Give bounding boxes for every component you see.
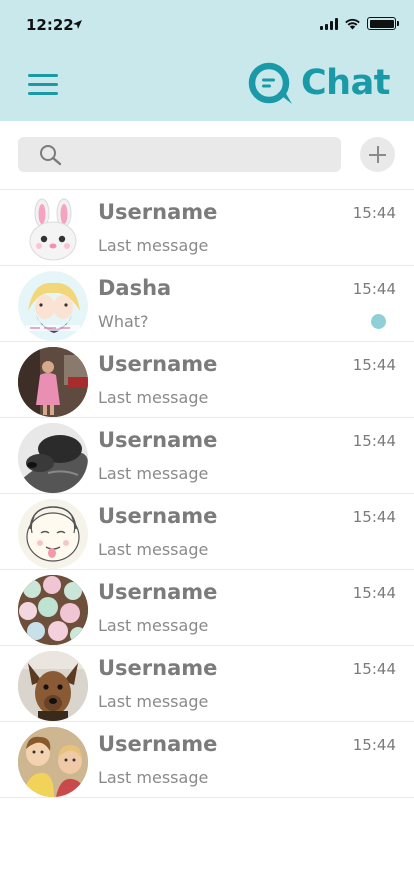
bunny-emoji-avatar — [18, 195, 88, 265]
chat-name: Username — [98, 200, 218, 224]
chat-last-message: Last message — [98, 464, 209, 483]
chat-last-message: Last message — [98, 616, 209, 635]
cupcakes-avatar — [18, 575, 88, 645]
chat-name: Username — [98, 656, 218, 680]
chat-time: 15:44 — [352, 204, 396, 222]
chat-last-message: Last message — [98, 768, 209, 787]
search-icon — [40, 145, 62, 166]
brown-dog-avatar — [18, 651, 88, 721]
hamburger-menu-button[interactable] — [28, 74, 58, 96]
kids-photo-avatar — [18, 727, 88, 797]
chat-row[interactable]: Username Last message 15:44 — [0, 570, 414, 646]
chat-last-message: Last message — [98, 692, 209, 711]
chat-row[interactable]: Username Last message 15:44 — [0, 494, 414, 570]
chat-row[interactable]: Username Last message 15:44 — [0, 418, 414, 494]
chat-name: Username — [98, 732, 218, 756]
app-header: 12:22 Chat — [0, 0, 414, 121]
location-arrow-icon — [73, 20, 82, 29]
chat-time: 15:44 — [352, 736, 396, 754]
cellular-signal-icon — [320, 17, 338, 30]
search-input[interactable] — [78, 137, 328, 172]
chat-last-message: What? — [98, 312, 149, 331]
chat-time: 15:44 — [352, 356, 396, 374]
chat-name: Dasha — [98, 276, 172, 300]
chat-row[interactable]: Username Last message 15:44 — [0, 722, 414, 798]
sleeping-dog-avatar — [18, 423, 88, 493]
wifi-icon — [345, 18, 360, 29]
app-logo: Chat — [246, 60, 390, 106]
woman-pink-dress-avatar — [18, 347, 88, 417]
chat-list: Username Last message 15:44 Dasha What? … — [0, 190, 414, 798]
chat-name: Username — [98, 428, 218, 452]
chat-name: Username — [98, 580, 218, 604]
chat-time: 15:44 — [352, 508, 396, 526]
cartoon-face-avatar — [18, 499, 88, 569]
chat-row[interactable]: Username Last message 15:44 — [0, 646, 414, 722]
status-time: 12:22 — [26, 16, 74, 34]
logo-text: Chat — [301, 63, 390, 103]
chat-time: 15:44 — [352, 432, 396, 450]
chat-name: Username — [98, 504, 218, 528]
chat-last-message: Last message — [98, 388, 209, 407]
chat-time: 15:44 — [352, 660, 396, 678]
unread-indicator — [371, 314, 386, 329]
chat-last-message: Last message — [98, 236, 209, 255]
anime-couple-avatar — [18, 271, 88, 341]
chat-row[interactable]: Dasha What? 15:44 — [0, 266, 414, 342]
chat-row[interactable]: Username Last message 15:44 — [0, 190, 414, 266]
add-chat-button[interactable] — [360, 137, 395, 172]
chat-name: Username — [98, 352, 218, 376]
chat-time: 15:44 — [352, 584, 396, 602]
chat-row[interactable]: Username Last message 15:44 — [0, 342, 414, 418]
chat-last-message: Last message — [98, 540, 209, 559]
search-bar — [0, 121, 414, 190]
battery-icon — [367, 17, 399, 30]
chat-time: 15:44 — [352, 280, 396, 298]
status-indicators — [320, 17, 399, 30]
search-field[interactable] — [18, 137, 341, 172]
chat-bubble-logo-icon — [248, 62, 292, 104]
